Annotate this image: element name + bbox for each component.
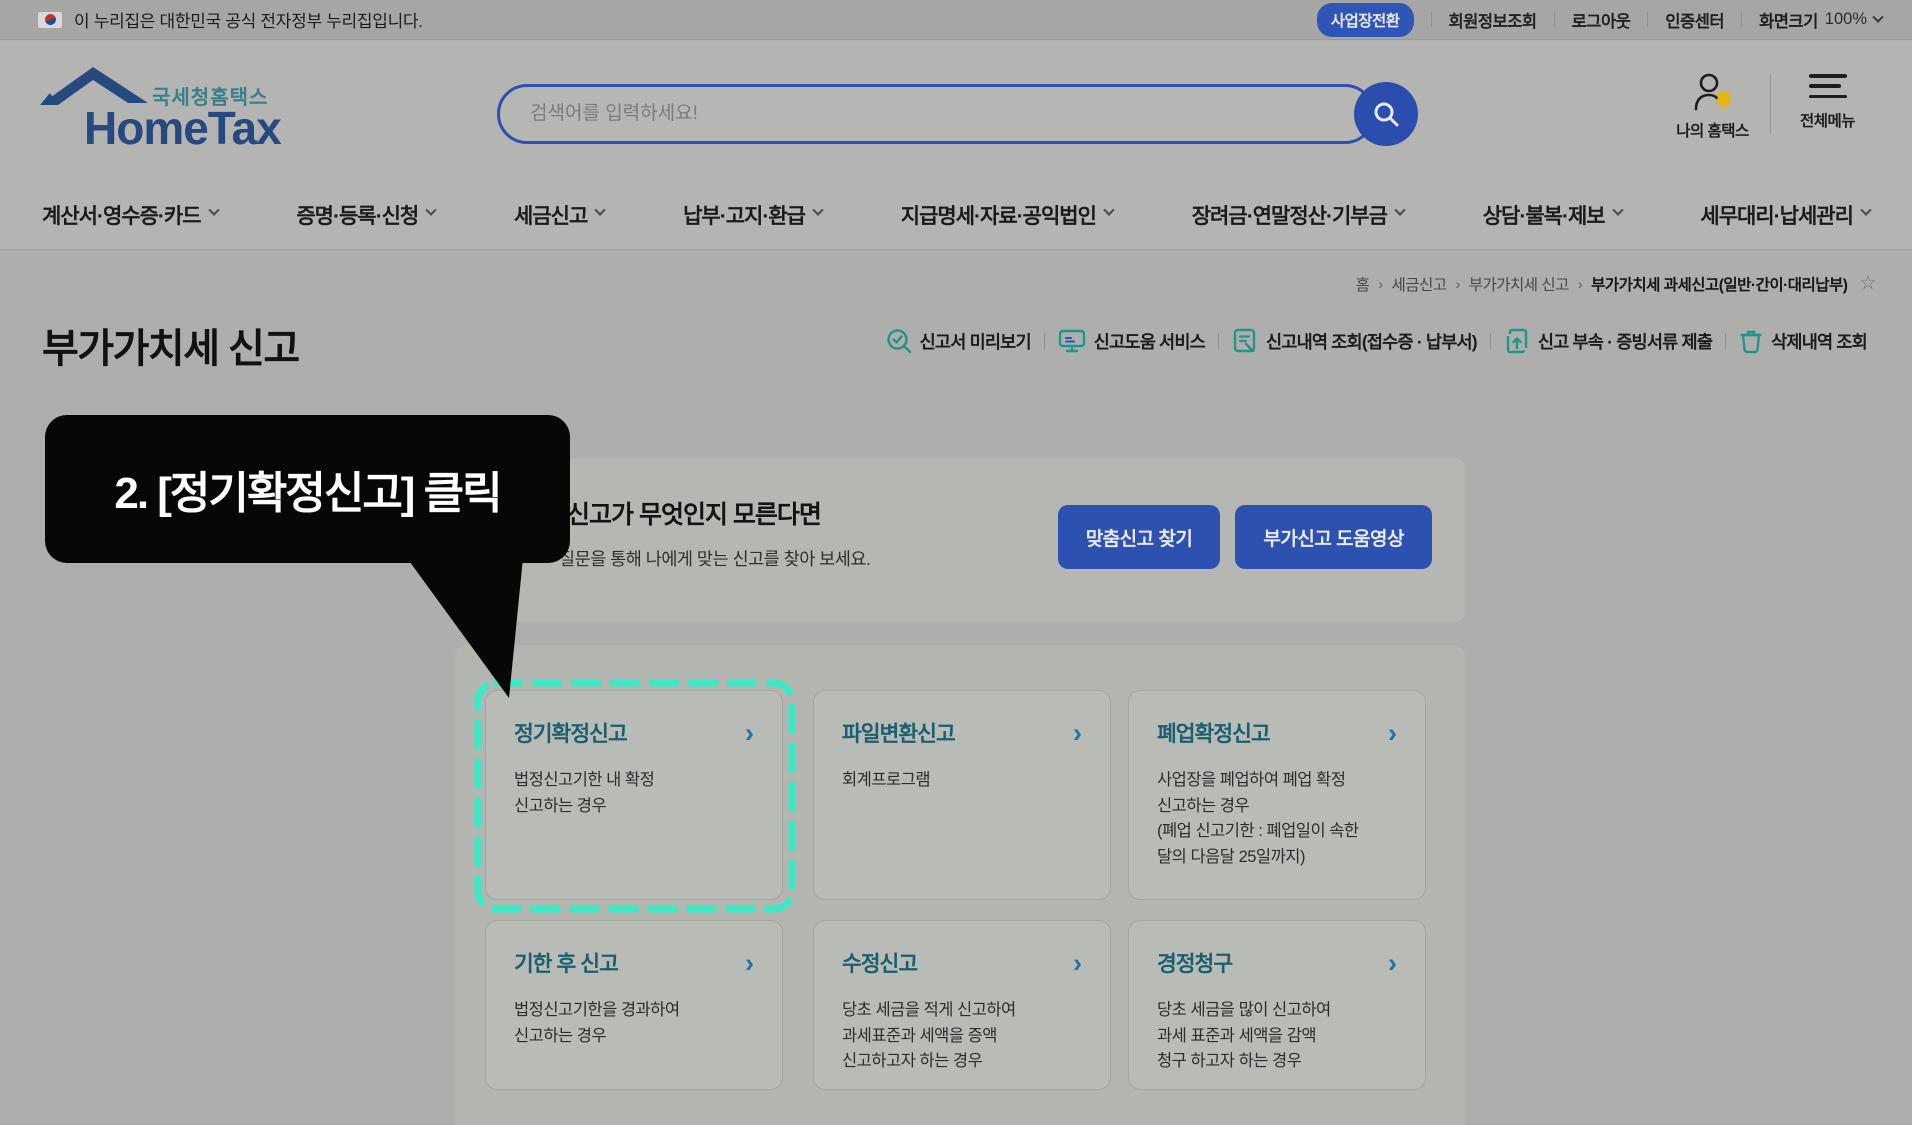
breadcrumb: 홈 › 세금신고 › 부가가치세 신고 › 부가가치세 과세신고(일반·간이·대… [1356,272,1877,295]
search-input[interactable] [530,103,1300,125]
nav-item-tax-filing[interactable]: 세금신고 [514,200,606,230]
breadcrumb-separator: › [1577,275,1583,292]
my-hometax-icon [1694,73,1732,111]
chevron-right-icon: › [1073,947,1082,978]
chevron-right-icon: › [745,947,754,978]
breadcrumb-separator: › [1455,275,1461,292]
deleted-history-link[interactable]: 삭제내역 조회 [1726,328,1880,354]
all-menu-label: 전체메뉴 [1799,113,1856,130]
vat-help-video-button[interactable]: 부가신고 도움영상 [1235,505,1432,569]
nav-item-payment[interactable]: 납부·고지·환급 [683,200,824,230]
logo-title: HomeTax [84,102,282,154]
filing-history-link[interactable]: 신고내역 조회(접수증 · 납부서) [1219,328,1490,354]
nav-item-invoices[interactable]: 계산서·영수증·카드 [42,200,220,230]
report-preview-link[interactable]: 신고서 미리보기 [873,328,1044,354]
chevron-down-icon [425,204,437,216]
card-late-filing[interactable]: 기한 후 신고 › 법정신고기한을 경과하여 신고하는 경우 [485,920,783,1090]
card-file-conversion-filing[interactable]: 파일변환신고 › 회계프로그램 [813,690,1111,900]
card-regular-final-filing[interactable]: 정기확정신고 › 법정신고기한 내 확정 신고하는 경우 [485,690,783,900]
page-title: 부가가치세 신고 [42,327,300,371]
chevron-down-icon [207,204,220,216]
business-switch-button[interactable]: 사업장전환 [1316,2,1414,37]
card-closure-final-filing[interactable]: 폐업확정신고 › 사업장을 폐업하여 폐업 확정 신고하는 경우 (폐업 신고기… [1128,690,1426,900]
step-annotation-text: 2. [정기확정신고] 클릭 [114,469,502,518]
member-info-link[interactable]: 회원정보조회 [1432,8,1554,32]
preview-check-icon [886,329,911,354]
filing-helper-panel: 신고가 무엇인지 모른다면 질문을 통해 나에게 맞는 신고를 찾아 보세요. … [455,458,1465,622]
chevron-down-icon [1872,11,1884,23]
card-correction-claim[interactable]: 경정청구 › 당초 세금을 많이 신고하여 과세 표준과 세액을 감액 청구 하… [1128,920,1426,1090]
chevron-right-icon: › [1388,717,1397,748]
nav-item-consultation[interactable]: 상담·불복·제보 [1483,200,1624,230]
chevron-down-icon [1103,204,1115,216]
nav-item-certificates[interactable]: 증명·등록·신청 [296,200,437,230]
site-header: 국세청홈택스 HomeTax 나의 홈택스 전체메뉴 [0,41,1912,180]
breadcrumb-vat[interactable]: 부가가치세 신고 [1469,273,1570,295]
korean-flag-icon [38,11,62,28]
chevron-down-icon [1394,204,1406,216]
breadcrumb-home[interactable]: 홈 [1356,273,1370,295]
attachments-submit-link[interactable]: 신고 부속 · 증빙서류 제출 [1491,328,1725,354]
hamburger-menu-icon [1808,71,1847,101]
trash-icon [1740,330,1762,354]
main-nav: 계산서·영수증·카드 증명·등록·신청 세금신고 납부·고지·환급 지급명세·자… [0,180,1912,250]
breadcrumb-current: 부가가치세 과세신고(일반·간이·대리납부) [1591,276,1848,294]
breadcrumb-separator: › [1378,275,1383,292]
nav-item-statements[interactable]: 지급명세·자료·공익법인 [901,200,1115,230]
helper-subtitle: 질문을 통해 나에게 맞는 신고를 찾아 보세요. [559,549,871,569]
page-action-links: 신고서 미리보기 신고도움 서비스 신고내역 조회(접수증 · 납부서) 신고 … [873,328,1880,354]
screen-zoom-label: 화면크기 [1759,12,1818,31]
gov-site-notice: 이 누리집은 대한민국 공식 전자정부 누리집입니다. [74,12,423,31]
chevron-down-icon [812,204,824,216]
nav-item-incentives[interactable]: 장려금·연말정산·기부금 [1192,200,1406,230]
divider [1770,75,1771,133]
hometax-logo[interactable]: 국세청홈택스 HomeTax [40,59,302,164]
search-icon [1374,102,1399,127]
search-button[interactable] [1354,82,1418,146]
monitor-icon [1058,329,1085,353]
favorite-star-icon[interactable]: ☆ [1859,272,1876,295]
chevron-down-icon [594,204,606,216]
chevron-down-icon [1611,204,1624,216]
filing-type-cards-panel: 정기확정신고 › 법정신고기한 내 확정 신고하는 경우 파일변환신고 › 회계… [455,645,1465,1125]
top-utility-bar: 이 누리집은 대한민국 공식 전자정부 누리집입니다. 사업장전환 회원정보조회… [0,0,1912,40]
document-upload-icon [1506,328,1528,354]
custom-filing-finder-button[interactable]: 맞춤신고 찾기 [1057,505,1221,569]
search-bar[interactable] [497,84,1375,144]
filing-help-service-link[interactable]: 신고도움 서비스 [1045,328,1218,354]
all-menu-button[interactable]: 전체메뉴 [1770,63,1885,163]
nav-item-tax-agent[interactable]: 세무대리·납세관리 [1700,200,1872,230]
card-amended-filing[interactable]: 수정신고 › 당초 세금을 적게 신고하여 과세표준과 세액을 증액 신고하고자… [813,920,1111,1090]
logout-link[interactable]: 로그아웃 [1555,8,1648,32]
screen-zoom-control[interactable]: 화면크기 100% [1742,8,1884,32]
chevron-down-icon [1860,204,1872,216]
document-icon [1233,328,1256,353]
tooltip-tail [407,558,523,698]
screen-zoom-value: 100% [1824,10,1867,28]
chevron-right-icon: › [1388,947,1397,978]
auth-center-link[interactable]: 인증센터 [1648,8,1741,32]
helper-title: 신고가 무엇인지 모른다면 [567,501,822,529]
breadcrumb-tax-filing[interactable]: 세금신고 [1392,273,1448,295]
my-hometax-label: 나의 홈택스 [1676,123,1749,140]
chevron-right-icon: › [1073,717,1082,748]
my-hometax-button[interactable]: 나의 홈택스 [1655,63,1770,163]
chevron-right-icon: › [745,717,754,748]
step-annotation-tooltip: 2. [정기확정신고] 클릭 [45,415,570,563]
